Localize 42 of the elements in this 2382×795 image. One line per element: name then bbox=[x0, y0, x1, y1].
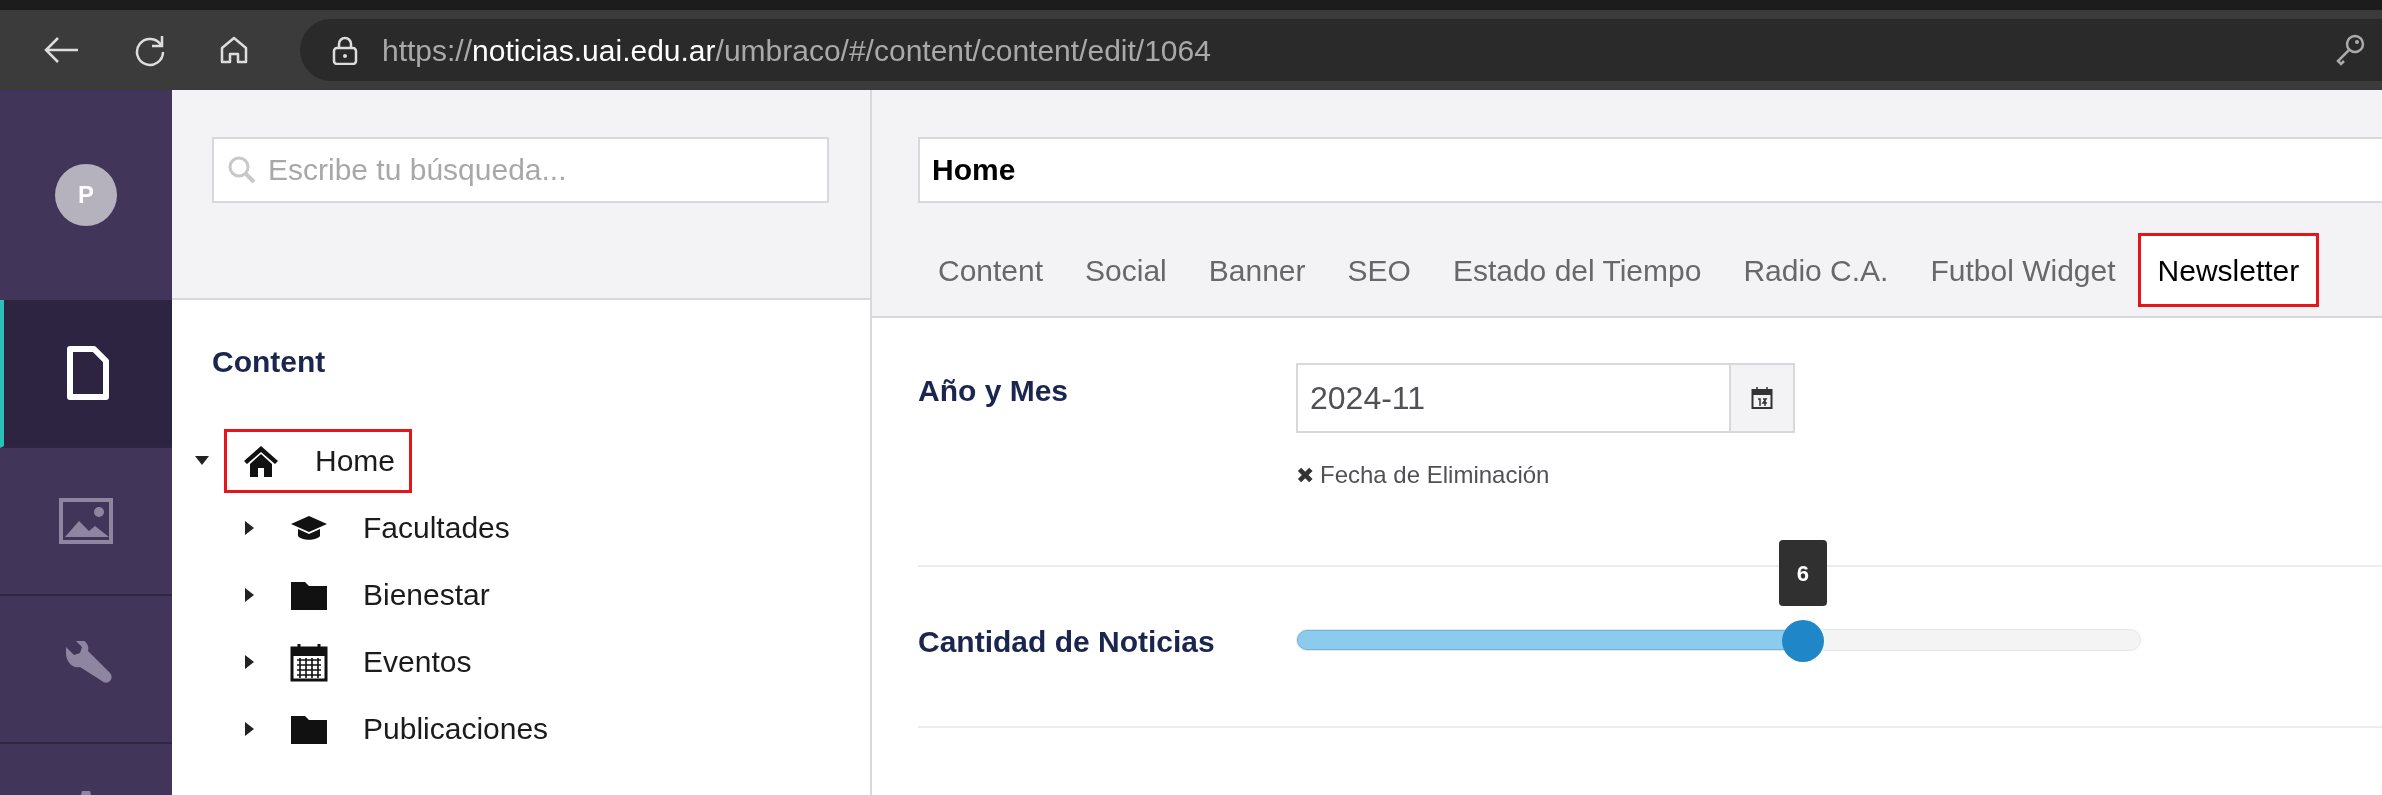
search-icon bbox=[226, 154, 258, 186]
nav-section[interactable] bbox=[0, 300, 172, 448]
tab[interactable]: Social bbox=[1065, 233, 1187, 307]
slider-handle[interactable] bbox=[1781, 620, 1824, 662]
tab[interactable]: Content bbox=[918, 233, 1064, 307]
tree-item[interactable]: Bienestar bbox=[272, 562, 507, 627]
caret-right-icon[interactable] bbox=[245, 587, 255, 602]
tree-item[interactable]: Home bbox=[224, 428, 413, 493]
lock-icon bbox=[332, 35, 358, 65]
key-icon[interactable] bbox=[2334, 33, 2366, 67]
tab[interactable]: Newsletter bbox=[2137, 233, 2320, 307]
search-field[interactable]: Escribe tu búsqueda... bbox=[212, 137, 829, 203]
caret-down-icon[interactable] bbox=[195, 455, 209, 466]
graduation-cap-icon bbox=[289, 513, 329, 542]
clear-icon[interactable]: ✖ bbox=[1296, 458, 1314, 492]
address-bar[interactable]: https://noticias.uai.edu.ar/umbraco/#/content/content/edit/1064 bbox=[300, 19, 2382, 81]
tab[interactable]: Banner bbox=[1188, 233, 1326, 307]
calendar-icon bbox=[1751, 386, 1773, 410]
field-label: Cantidad de Noticias bbox=[918, 624, 1216, 660]
tab[interactable]: Estado del Tiempo bbox=[1432, 233, 1722, 307]
date-field[interactable]: 2024-11 bbox=[1296, 363, 1731, 433]
slider-tooltip: 6 bbox=[1778, 540, 1827, 606]
tree-item[interactable]: Eventos bbox=[272, 629, 489, 694]
calendar-button[interactable] bbox=[1731, 363, 1795, 433]
caret-right-icon[interactable] bbox=[245, 654, 255, 669]
clear-date-link[interactable]: Fecha de Eliminación bbox=[1320, 457, 1550, 493]
house-icon bbox=[242, 443, 280, 478]
name-field[interactable]: Home bbox=[918, 137, 2382, 203]
tab[interactable]: Radio C.A. bbox=[1723, 233, 1909, 307]
reload-icon[interactable] bbox=[133, 33, 167, 67]
calendar-icon bbox=[290, 641, 328, 682]
tab[interactable]: SEO bbox=[1327, 233, 1431, 307]
tab[interactable]: Futbol Widget bbox=[1910, 233, 2136, 307]
caret-right-icon[interactable] bbox=[245, 520, 255, 535]
url-text[interactable]: https://noticias.uai.edu.ar/umbraco/#/content/content/edit/1064 bbox=[382, 27, 1211, 73]
document-icon bbox=[65, 345, 111, 401]
image-icon bbox=[58, 497, 114, 545]
tree-item[interactable]: Facultades bbox=[272, 495, 527, 560]
tree-item[interactable]: Publicaciones bbox=[272, 696, 566, 761]
field-label: Año y Mes bbox=[918, 373, 1070, 409]
caret-right-icon[interactable] bbox=[245, 721, 255, 736]
tree-title: Content bbox=[212, 344, 327, 380]
